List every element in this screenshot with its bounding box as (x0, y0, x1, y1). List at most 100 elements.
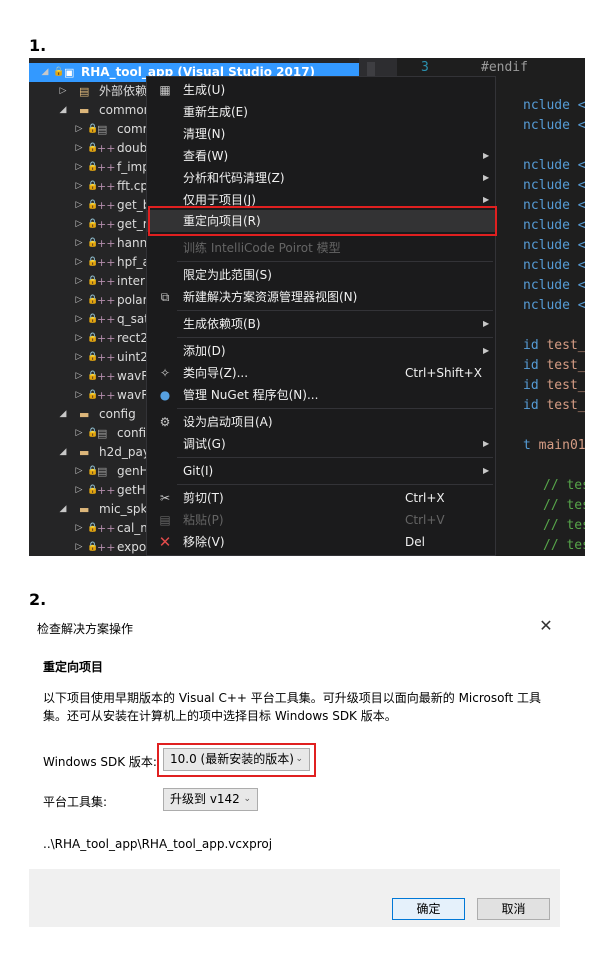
class-wizard-icon: ✧ (159, 366, 171, 380)
collapse-arrow-icon[interactable]: ▷ (73, 120, 85, 139)
menu-separator (177, 337, 493, 338)
toolset-label: 平台工具集: (43, 795, 108, 809)
code-line: id test_co (523, 358, 585, 373)
retarget-highlight-box (148, 206, 497, 236)
menu-item-cut[interactable]: ✂ 剪切(T) Ctrl+X (147, 487, 495, 509)
submenu-arrow-icon: ▶ (483, 439, 490, 448)
expand-arrow-icon[interactable]: ◢ (39, 63, 51, 82)
collapse-arrow-icon[interactable]: ▷ (73, 215, 85, 234)
build-icon: ▦ (159, 83, 171, 97)
menu-separator (177, 310, 493, 311)
code-line: // test_ (543, 518, 585, 533)
collapse-arrow-icon[interactable]: ▷ (73, 272, 85, 291)
line-number: 3 (421, 60, 429, 75)
collapse-arrow-icon[interactable]: ▷ (73, 424, 85, 443)
menu-item-set-startup[interactable]: ⚙ 设为启动项目(A) (147, 411, 495, 433)
code-line: nclude <ma (523, 198, 585, 213)
code-line: id test_in (523, 398, 585, 413)
step-1-label: 1. (29, 36, 47, 55)
menu-item-clean[interactable]: 清理(N) (147, 123, 495, 145)
collapse-arrow-icon[interactable]: ▷ (73, 462, 85, 481)
code-line: id test_H2 (523, 378, 585, 393)
header-file-icon: ▤ (97, 465, 108, 478)
submenu-arrow-icon: ▶ (483, 151, 490, 160)
folder-icon: ▬ (79, 104, 90, 117)
scissors-icon: ✂ (159, 491, 171, 505)
cpp-file-icon: ++ (97, 256, 116, 269)
toolset-select[interactable]: 升级到 v142 ⌄ (163, 788, 258, 811)
menu-item-remove[interactable]: ✕ 移除(V) Del (147, 531, 495, 553)
cpp-file-icon: ++ (97, 142, 116, 155)
collapse-arrow-icon[interactable]: ▷ (73, 481, 85, 500)
collapse-arrow-icon[interactable]: ▷ (73, 253, 85, 272)
menu-item-build[interactable]: ▦ 生成(U) (147, 79, 495, 101)
collapse-arrow-icon[interactable]: ▷ (73, 538, 85, 556)
cpp-file-icon: ++ (97, 275, 116, 288)
code-line: t main01() (523, 438, 585, 453)
menu-separator (177, 457, 493, 458)
code-line: nclude <st (523, 218, 585, 233)
paste-icon: ▤ (159, 513, 171, 527)
menu-item-new-view[interactable]: ⧉ 新建解决方案资源管理器视图(N) (147, 286, 495, 308)
external-deps-icon: ▤ (79, 85, 90, 98)
collapse-arrow-icon[interactable]: ▷ (73, 158, 85, 177)
collapse-arrow-icon[interactable]: ▷ (73, 196, 85, 215)
menu-item-rebuild[interactable]: 重新生成(E) (147, 101, 495, 123)
expand-arrow-icon[interactable]: ◢ (57, 500, 69, 519)
code-line: // test_ (543, 498, 585, 513)
code-line: nclude <st (523, 278, 585, 293)
collapse-arrow-icon[interactable]: ▷ (73, 310, 85, 329)
menu-item-debug[interactable]: 调试(G) ▶ (147, 433, 495, 455)
dialog-heading: 重定向项目 (43, 660, 104, 674)
remove-icon: ✕ (158, 533, 172, 551)
context-menu: ▦ 生成(U) 重新生成(E) 清理(N) 查看(W) ▶ 分析和代码清理(Z) ▶ … (146, 76, 496, 556)
collapse-arrow-icon[interactable]: ▷ (57, 82, 69, 101)
menu-item-view[interactable]: 查看(W) ▶ (147, 145, 495, 167)
collapse-arrow-icon[interactable]: ▷ (73, 291, 85, 310)
code-line: nclude <fs (523, 158, 585, 173)
code-line: nclude <st (523, 238, 585, 253)
cpp-file-icon: ++ (97, 180, 116, 193)
collapse-arrow-icon[interactable]: ▷ (73, 329, 85, 348)
nuget-icon: ● (159, 388, 171, 402)
step-2-label: 2. (29, 590, 47, 609)
cancel-button[interactable]: 取消 (477, 898, 550, 920)
expand-arrow-icon[interactable]: ◢ (57, 405, 69, 424)
menu-item-build-deps[interactable]: 生成依赖项(B) ▶ (147, 313, 495, 335)
sdk-version-select[interactable]: 10.0 (最新安装的版本) ⌄ (163, 748, 310, 771)
collapse-arrow-icon[interactable]: ▷ (73, 234, 85, 253)
cpp-file-icon: ++ (97, 161, 116, 174)
menu-item-git[interactable]: Git(I) ▶ (147, 460, 495, 482)
code-line: // test_ (543, 478, 585, 493)
menu-item-paste[interactable]: ▤ 粘贴(P) Ctrl+V (147, 509, 495, 531)
expand-arrow-icon[interactable]: ◢ (57, 101, 69, 120)
collapse-arrow-icon[interactable]: ▷ (73, 177, 85, 196)
close-icon[interactable]: ✕ (536, 616, 556, 635)
expand-arrow-icon[interactable]: ◢ (57, 443, 69, 462)
cpp-file-icon: ++ (97, 484, 116, 497)
menu-item-add[interactable]: 添加(D) ▶ (147, 340, 495, 362)
collapse-arrow-icon[interactable]: ▷ (73, 367, 85, 386)
folder-icon: ▬ (79, 503, 90, 516)
submenu-arrow-icon: ▶ (483, 346, 490, 355)
collapse-arrow-icon[interactable]: ▷ (73, 348, 85, 367)
menu-separator (177, 261, 493, 262)
submenu-arrow-icon: ▶ (483, 466, 490, 475)
menu-item-analyze[interactable]: 分析和代码清理(Z) ▶ (147, 167, 495, 189)
menu-item-scope[interactable]: 限定为此范围(S) (147, 264, 495, 286)
collapse-arrow-icon[interactable]: ▷ (73, 139, 85, 158)
ok-button[interactable]: 确定 (392, 898, 465, 920)
menu-item-nuget[interactable]: ● 管理 NuGet 程序包(N)... (147, 384, 495, 406)
menu-item-class-wizard[interactable]: ✧ 类向导(Z)... Ctrl+Shift+X (147, 362, 495, 384)
cpp-file-icon: ++ (97, 199, 116, 212)
submenu-arrow-icon: ▶ (483, 173, 490, 182)
collapse-arrow-icon[interactable]: ▷ (73, 519, 85, 538)
menu-item-intellicode[interactable]: 训练 IntelliCode Poirot 模型 (147, 237, 495, 259)
collapse-arrow-icon[interactable]: ▷ (73, 386, 85, 405)
gear-icon: ⚙ (159, 415, 171, 429)
cpp-file-icon: ++ (97, 351, 116, 364)
code-line: id test_ge (523, 338, 585, 353)
project-icon: ▣ (64, 66, 75, 79)
cpp-file-icon: ++ (97, 313, 116, 326)
dialog-title: 检查解决方案操作 (37, 622, 134, 636)
